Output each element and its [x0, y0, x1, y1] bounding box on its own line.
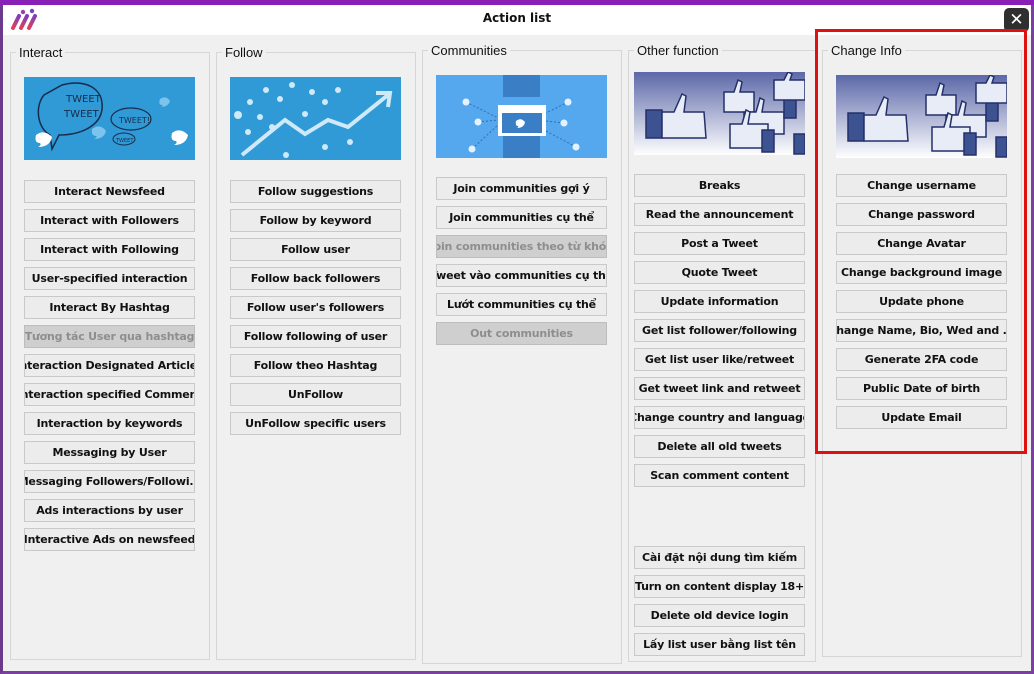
other-button-read-the-announcement[interactable]: Read the announcement — [634, 203, 805, 226]
interact-button-tuong-tac-user-qua-hashtag: Tương tác User qua hashtag — [24, 325, 195, 348]
follow-button-follow-back-followers[interactable]: Follow back followers — [230, 267, 401, 290]
change-info-button-change-background-image[interactable]: Change background image — [836, 261, 1007, 284]
interact-button-interaction-by-keywords[interactable]: Interaction by keywords — [24, 412, 195, 435]
communities-button-join-communities-theo-tu-khoa: Join communities theo từ khóa — [436, 235, 607, 258]
follow-growth-banner-image — [230, 77, 401, 160]
change-info-button-update-phone[interactable]: Update phone — [836, 290, 1007, 313]
svg-text:TWEET: TWEET — [65, 94, 102, 105]
panel-title-follow: Follow — [222, 45, 266, 60]
other-button-get-list-follower-following[interactable]: Get list follower/following — [634, 319, 805, 342]
svg-text:TWEET: TWEET — [63, 109, 100, 120]
interact-button-interaction-designated-articles[interactable]: Interaction Designated Articles — [24, 354, 195, 377]
window-title: Action list — [482, 11, 552, 25]
change-info-button-change-name-bio-wed-and[interactable]: Change Name, Bio, Wed and ... — [836, 319, 1007, 342]
change-info-button-change-password[interactable]: Change password — [836, 203, 1007, 226]
follow-button-follow-following-of-user[interactable]: Follow following of user — [230, 325, 401, 348]
follow-button-unfollow[interactable]: UnFollow — [230, 383, 401, 406]
communities-button-join-communities-cu-the[interactable]: Join communities cụ thể — [436, 206, 607, 229]
other-button-update-information[interactable]: Update information — [634, 290, 805, 313]
interact-button-interaction-specified-comment[interactable]: Interaction specified Comment — [24, 383, 195, 406]
communities-button-luot-communities-cu-the[interactable]: Lướt communities cụ thể — [436, 293, 607, 316]
interact-button-messaging-followers-followi[interactable]: Messaging Followers/Followi... — [24, 470, 195, 493]
change-info-button-generate-2fa-code[interactable]: Generate 2FA code — [836, 348, 1007, 371]
svg-text:TWEET!: TWEET! — [118, 116, 150, 125]
interact-button-interactive-ads-on-newsfeed[interactable]: Interactive Ads on newsfeed — [24, 528, 195, 551]
follow-button-unfollow-specific-users[interactable]: UnFollow specific users — [230, 412, 401, 435]
follow-button-follow-by-keyword[interactable]: Follow by keyword — [230, 209, 401, 232]
interact-button-interact-by-hashtag[interactable]: Interact By Hashtag — [24, 296, 195, 319]
panel-title-interact: Interact — [16, 45, 66, 60]
interact-button-interact-newsfeed[interactable]: Interact Newsfeed — [24, 180, 195, 203]
other-button-delete-all-old-tweets[interactable]: Delete all old tweets — [634, 435, 805, 458]
communities-button-tweet-vao-communities-cu-the[interactable]: Tweet vào communities cụ thể — [436, 264, 607, 287]
follow-button-follow-user-s-followers[interactable]: Follow user's followers — [230, 296, 401, 319]
other-button-quote-tweet[interactable]: Quote Tweet — [634, 261, 805, 284]
other-button-post-a-tweet[interactable]: Post a Tweet — [634, 232, 805, 255]
change-info-button-change-avatar[interactable]: Change Avatar — [836, 232, 1007, 255]
title-bar: Action list ✕ — [3, 5, 1031, 35]
change-info-button-public-date-of-birth[interactable]: Public Date of birth — [836, 377, 1007, 400]
interact-button-messaging-by-user[interactable]: Messaging by User — [24, 441, 195, 464]
other-button-change-country-and-language[interactable]: Change country and language — [634, 406, 805, 429]
other-bottom-button-cai-dat-noi-dung-tim-kiem[interactable]: Cài đặt nội dung tìm kiếm — [634, 546, 805, 569]
interact-button-user-specified-interaction[interactable]: User-specified interaction — [24, 267, 195, 290]
follow-button-follow-suggestions[interactable]: Follow suggestions — [230, 180, 401, 203]
other-button-breaks[interactable]: Breaks — [634, 174, 805, 197]
other-bottom-button-turn-on-content-display-18[interactable]: Turn on content display 18+ — [634, 575, 805, 598]
other-button-scan-comment-content[interactable]: Scan comment content — [634, 464, 805, 487]
other-bottom-button-lay-list-user-bang-list-ten[interactable]: Lấy list user bằng list tên — [634, 633, 805, 656]
panel-title-change-info: Change Info — [828, 43, 905, 58]
interact-button-interact-with-followers[interactable]: Interact with Followers — [24, 209, 195, 232]
other-button-get-tweet-link-and-retweet[interactable]: Get tweet link and retweet — [634, 377, 805, 400]
follow-button-follow-user[interactable]: Follow user — [230, 238, 401, 261]
communities-button-out-communities: Out communities — [436, 322, 607, 345]
panel-title-communities: Communities — [428, 43, 510, 58]
panel-title-other-function: Other function — [634, 43, 722, 58]
communities-network-banner-image — [436, 75, 607, 158]
thumbs-up-banner-image — [634, 72, 805, 155]
interact-button-ads-interactions-by-user[interactable]: Ads interactions by user — [24, 499, 195, 522]
close-button[interactable]: ✕ — [1004, 8, 1029, 32]
tweet-tweet-banner-image: TWEET TWEET TWEET! TWEET — [24, 77, 195, 160]
other-button-get-list-user-like-retweet[interactable]: Get list user like/retweet — [634, 348, 805, 371]
thumbs-up-banner-image — [836, 75, 1007, 158]
change-info-button-change-username[interactable]: Change username — [836, 174, 1007, 197]
follow-button-follow-theo-hashtag[interactable]: Follow theo Hashtag — [230, 354, 401, 377]
svg-text:TWEET: TWEET — [115, 138, 134, 144]
interact-button-interact-with-following[interactable]: Interact with Following — [24, 238, 195, 261]
close-icon: ✕ — [1009, 10, 1024, 30]
communities-button-join-communities-goi-y[interactable]: Join communities gợi ý — [436, 177, 607, 200]
other-bottom-button-delete-old-device-login[interactable]: Delete old device login — [634, 604, 805, 627]
change-info-button-update-email[interactable]: Update Email — [836, 406, 1007, 429]
